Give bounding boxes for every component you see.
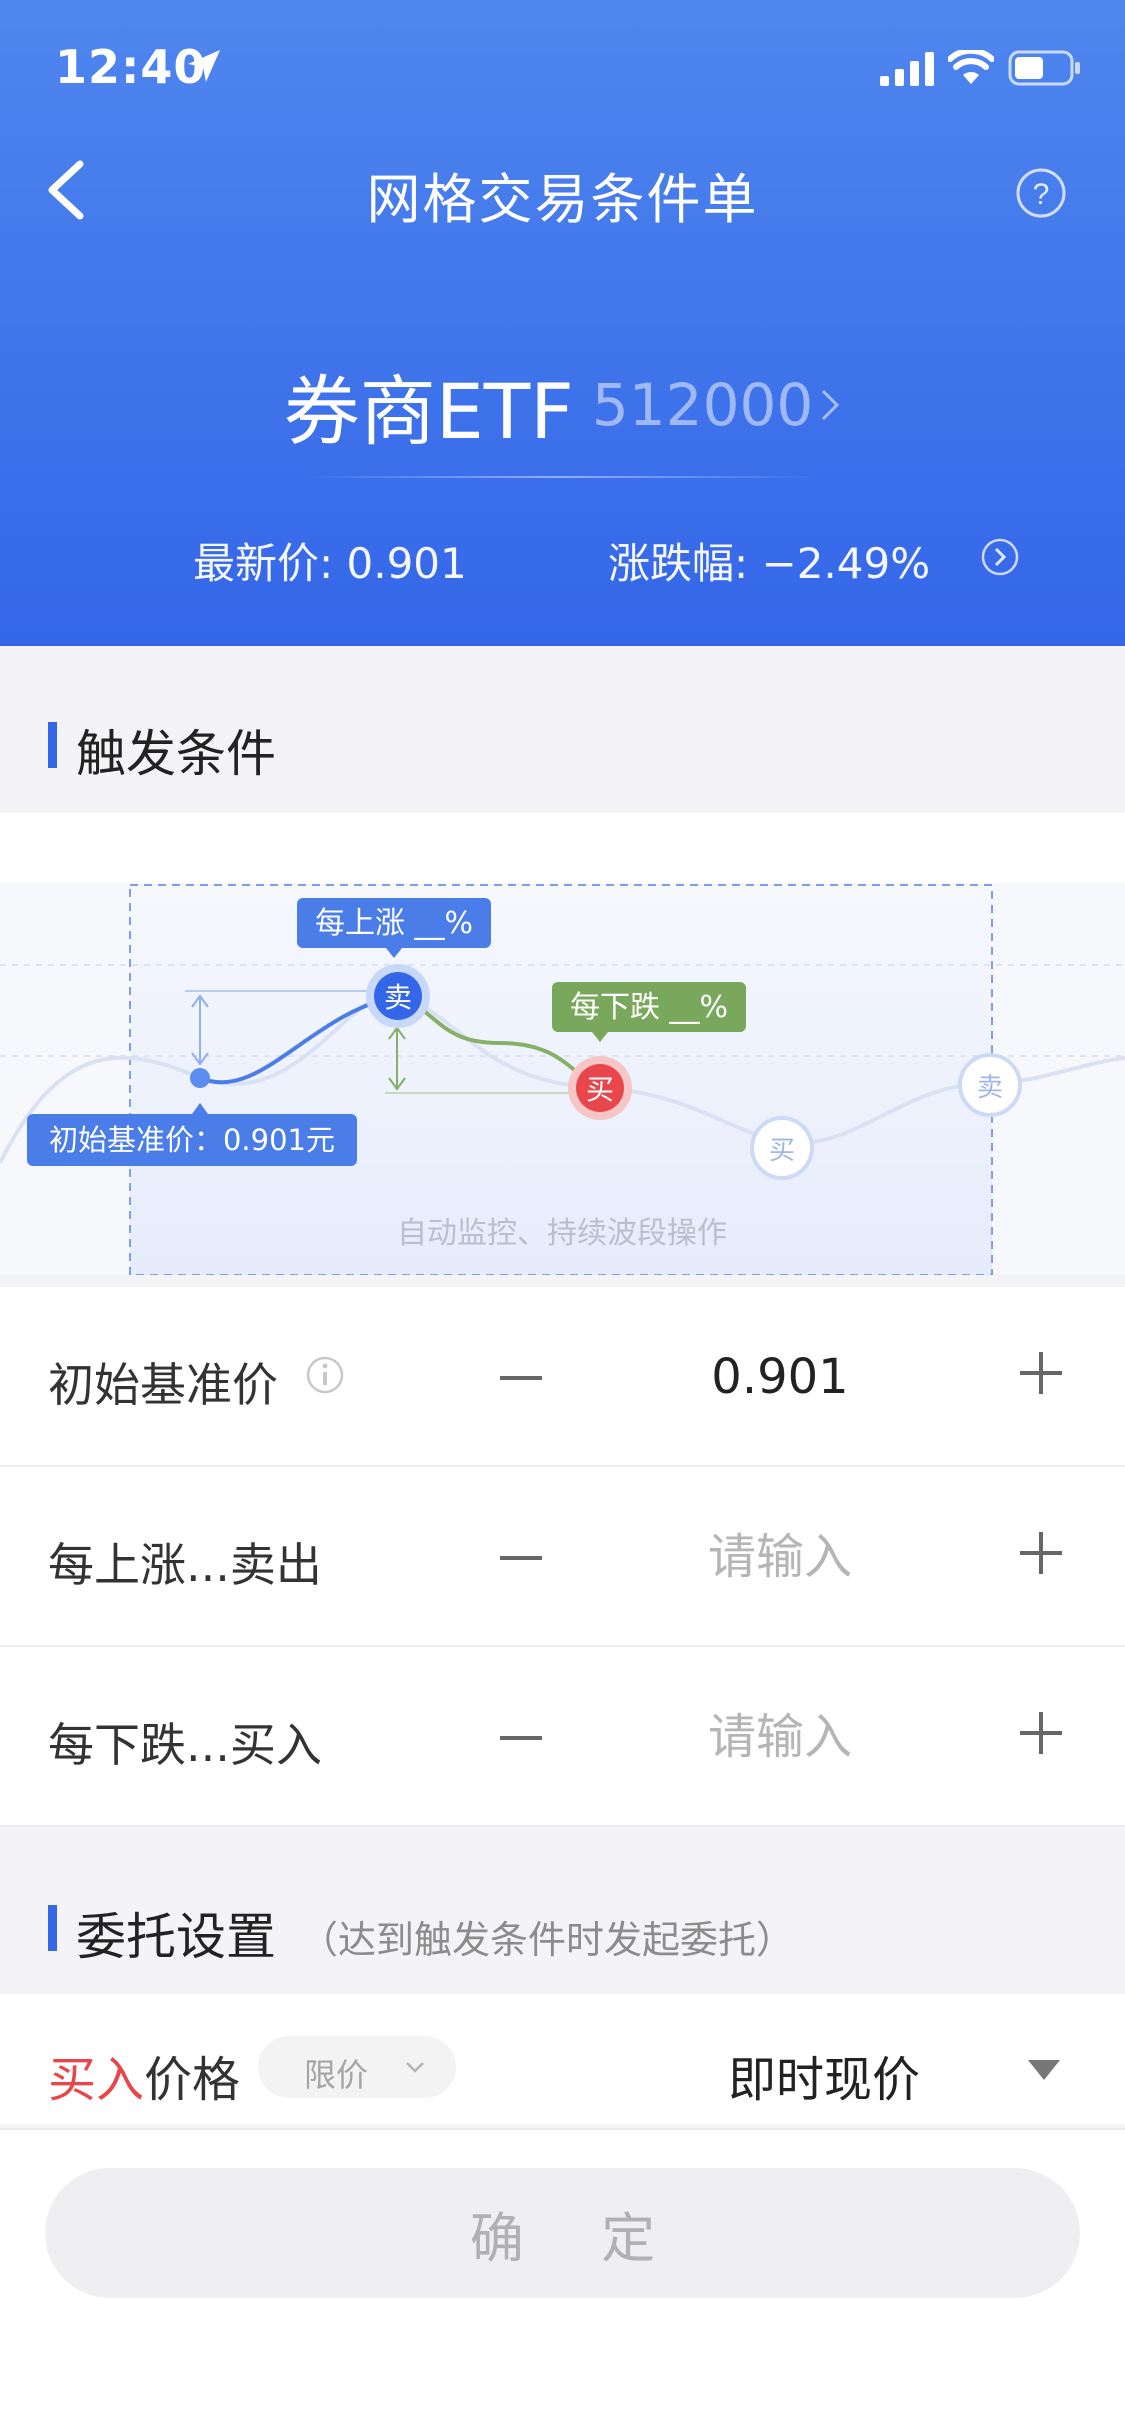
base-price-tag-text: 初始基准价：0.901元 — [49, 1123, 335, 1157]
minus-icon[interactable] — [490, 1347, 552, 1409]
buy-label-rest: 价格 — [144, 2052, 241, 2108]
row-label: 每下跌...买入 — [48, 1718, 322, 1772]
rise-percent-input[interactable] — [640, 1519, 920, 1595]
latest-price: 最新价: 0.901 — [193, 539, 467, 588]
fall-buy-row: 每下跌...买入 — [0, 1647, 1125, 1827]
caret-down-icon[interactable] — [1028, 2060, 1060, 2080]
fall-tag-text: 每下跌 __% — [570, 990, 728, 1025]
wifi-icon — [948, 50, 994, 84]
buy-marker-faded-text: 买 — [769, 1136, 795, 1166]
status-time: 12:40 — [55, 40, 207, 94]
chart-caption: 自动监控、持续波段操作 — [397, 1216, 727, 1251]
page-title: 网格交易条件单 — [366, 168, 759, 231]
price-mode-select[interactable]: 即时现价 — [728, 2040, 920, 2110]
buy-label-highlight: 买入 — [48, 2052, 145, 2108]
buy-marker-text: 买 — [586, 1073, 614, 1106]
buy-marker-faded: 买 — [750, 1116, 814, 1180]
buy-price-row: 买入价格 限价 即时现价 — [0, 1994, 1125, 2124]
minus-icon[interactable] — [490, 1707, 552, 1769]
header: 12:40 网格交易条件单 ? 券商ETF 512000 最新价: 0.901 … — [0, 0, 1125, 646]
stock-selector[interactable]: 券商ETF 512000 — [0, 350, 1125, 456]
chevron-right-icon — [822, 389, 840, 421]
price-change: 涨跌幅: −2.49% — [608, 539, 931, 588]
minus-icon[interactable] — [490, 1527, 552, 1589]
sell-marker-faded-text: 卖 — [977, 1073, 1003, 1103]
confirm-button[interactable]: 确 定 — [45, 2168, 1080, 2298]
divider — [300, 476, 820, 478]
battery-icon — [1008, 50, 1080, 86]
section-title: 触发条件 — [76, 725, 276, 783]
sell-marker-text: 卖 — [384, 981, 412, 1014]
help-icon[interactable]: ? — [1015, 167, 1067, 219]
plus-icon[interactable] — [1010, 1342, 1072, 1404]
order-type-text: 限价 — [304, 2056, 369, 2094]
section-accent — [48, 1905, 57, 1951]
status-bar: 12:40 — [0, 0, 1125, 140]
info-icon[interactable] — [305, 1355, 345, 1395]
location-arrow-icon — [188, 50, 220, 82]
row-label: 每上涨...卖出 — [48, 1538, 322, 1592]
bottom-bar: 确 定 — [0, 2128, 1125, 2436]
circle-arrow-icon[interactable] — [980, 537, 1020, 577]
sell-marker-faded: 卖 — [958, 1053, 1022, 1117]
row-label: 初始基准价 — [48, 1358, 278, 1412]
sell-marker: 卖 — [366, 964, 430, 1028]
signal-icon — [880, 52, 934, 86]
svg-text:?: ? — [1033, 178, 1050, 211]
plus-icon[interactable] — [1010, 1522, 1072, 1584]
stock-code: 512000 — [591, 371, 814, 439]
order-type-select[interactable]: 限价 — [258, 2036, 456, 2098]
chevron-down-icon — [406, 2062, 424, 2073]
trigger-section-header: 触发条件 — [0, 646, 1125, 813]
rise-sell-row: 每上涨...卖出 — [0, 1467, 1125, 1647]
rise-tag-text: 每上涨 __% — [315, 906, 473, 941]
buy-marker: 买 — [568, 1056, 632, 1120]
section-title: 委托设置 — [76, 1908, 276, 1966]
fall-percent-input[interactable] — [640, 1699, 920, 1775]
base-price-row: 初始基准价 — [0, 1287, 1125, 1467]
grid-illustration: 每上涨 __% 每下跌 __% 初始基准价：0.901元 卖 买 买 卖 自动监… — [0, 813, 1125, 1275]
plus-icon[interactable] — [1010, 1702, 1072, 1764]
stock-name: 券商ETF — [283, 367, 574, 456]
base-price-input[interactable] — [640, 1339, 920, 1415]
section-note: （达到触发条件时发起委托） — [300, 1918, 795, 1962]
order-section-header: 委托设置 （达到触发条件时发起委托） — [0, 1829, 1125, 1994]
section-accent — [48, 722, 57, 768]
buy-price-label: 买入价格 — [48, 2040, 240, 2110]
